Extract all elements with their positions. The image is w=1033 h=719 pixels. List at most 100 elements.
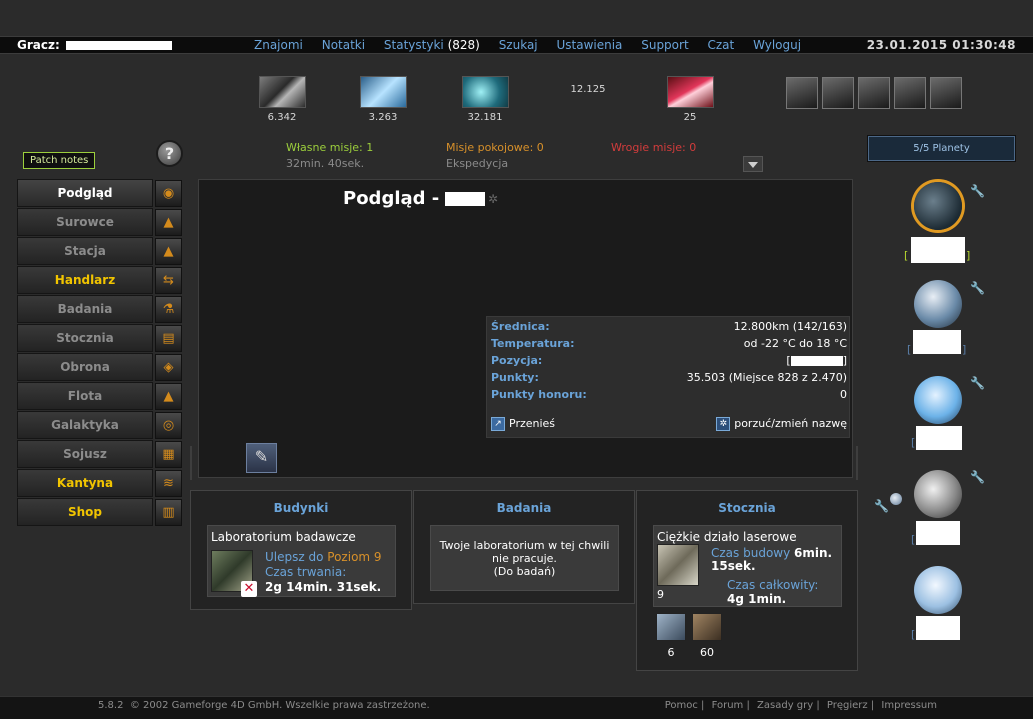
research-icon[interactable]: ⚗	[155, 296, 182, 323]
settings-gear-icon[interactable]: ✲	[488, 192, 498, 206]
station-icon[interactable]: ▲	[155, 238, 182, 265]
menu-logout[interactable]: Wyloguj	[753, 38, 801, 52]
position-value[interactable]: []	[786, 354, 847, 367]
planet-1-name[interactable]	[911, 237, 965, 263]
peace-missions[interactable]: Misje pokojowe: 0 Ekspedycja	[446, 141, 544, 170]
planet-name-redacted	[445, 192, 486, 206]
stat-count: (828)	[447, 38, 480, 52]
position-row: Pozycja:[]	[491, 354, 847, 367]
moon-icon[interactable]	[890, 493, 902, 505]
player-name-redacted	[65, 41, 172, 50]
heavy-laser-icon[interactable]	[657, 544, 699, 586]
top-bar: Gracz: Znajomi Notatki Statystyki (828) …	[0, 36, 1033, 54]
alliance-icon[interactable]: ▦	[155, 441, 182, 468]
hostile-missions[interactable]: Wrogie misje: 0	[611, 141, 696, 154]
cantina-icon[interactable]: ≋	[155, 470, 182, 497]
patch-notes-button[interactable]: Patch notes	[23, 152, 96, 169]
energy-value: 12.125	[570, 84, 606, 95]
copyright: © 2002 Gameforge 4D GmbH. Wszelkie prawa…	[129, 700, 430, 711]
sidebar-item-cantina[interactable]: Kantyna ≋	[17, 469, 183, 498]
resource-deuterium[interactable]: 32.181	[460, 76, 510, 123]
shipyard-icon[interactable]: ▤	[155, 325, 182, 352]
menu-notes[interactable]: Notatki	[322, 38, 365, 52]
abandon-rename-button[interactable]: ✲ porzuć/zmień nazwę	[716, 417, 847, 431]
resources-icon[interactable]: ▲	[155, 209, 182, 236]
resource-metal[interactable]: 6.342	[257, 76, 307, 123]
fleet-icon[interactable]: ▲	[155, 383, 182, 410]
officer-engineer-icon[interactable]	[858, 77, 890, 109]
temperature-row: Temperatura: od -22 °C do 18 °C	[491, 337, 847, 350]
sidebar-item-fleet[interactable]: Flota ▲	[17, 382, 183, 411]
shipyard-queue-item: Ciężkie działo laserowe 9 Czas budowy 6m…	[653, 525, 842, 607]
planet-2-name[interactable]	[913, 330, 961, 354]
footer-impressum-link[interactable]: Impressum	[881, 700, 937, 711]
menu-friends[interactable]: Znajomi	[254, 38, 303, 52]
galaxy-icon[interactable]: ◎	[155, 412, 182, 439]
resource-energy[interactable]: 12.125	[563, 80, 613, 95]
relocate-button[interactable]: ↗ Przenieś	[491, 417, 555, 431]
sidebar-item-trader[interactable]: Handlarz ⇆	[17, 266, 183, 295]
event-list-toggle-icon[interactable]	[743, 156, 763, 172]
planet-2-construction-icon: 🔧	[970, 281, 985, 295]
building-level: Poziom 9	[327, 550, 382, 564]
honor-row: Punkty honoru: 0	[491, 388, 847, 401]
points-value: 35.503 (Miejsce 828 z 2.470)	[686, 371, 847, 384]
sidebar-item-galaxy[interactable]: Galaktyka ◎	[17, 411, 183, 440]
resource-dark-matter[interactable]: 25	[665, 76, 715, 123]
footer-rules-link[interactable]: Zasady gry	[757, 700, 813, 711]
menu-settings[interactable]: Ustawienia	[556, 38, 622, 52]
footer-pillory-link[interactable]: Pręgierz	[827, 700, 868, 711]
menu-search[interactable]: Szukaj	[499, 38, 538, 52]
footer-help-link[interactable]: Pomoc	[665, 700, 698, 711]
metal-icon	[258, 76, 306, 108]
planet-5-name[interactable]	[916, 616, 960, 640]
shop-icon[interactable]: ▥	[155, 499, 182, 526]
left-menu: Podgląd ◉ Surowce ▲ Stacja ▲ Handlarz ⇆ Bada…	[17, 179, 183, 527]
cancel-icon[interactable]: ✕	[241, 581, 257, 597]
sidebar-item-shipyard[interactable]: Stocznia ▤	[17, 324, 183, 353]
sidebar-item-station[interactable]: Stacja ▲	[17, 237, 183, 266]
planet-2-icon[interactable]	[914, 280, 962, 328]
planet-5-icon[interactable]	[914, 566, 962, 614]
add-note-icon[interactable]: ✎	[246, 443, 277, 473]
queue-unit-2-icon[interactable]	[692, 613, 722, 641]
officer-admiral-icon[interactable]	[822, 77, 854, 109]
officer-technocrat-icon[interactable]	[930, 77, 962, 109]
menu-chat[interactable]: Czat	[707, 38, 734, 52]
planet-details: Średnica: 12.800km (142/163) Temperatura:…	[486, 316, 850, 438]
sidebar-item-research[interactable]: Badania ⚗	[17, 295, 183, 324]
trader-icon[interactable]: ⇆	[155, 267, 182, 294]
officer-geologist-icon[interactable]	[894, 77, 926, 109]
menu-support[interactable]: Support	[641, 38, 688, 52]
building-name[interactable]: Laboratorium badawcze	[211, 530, 356, 544]
moon-construction-icon: 🔧	[874, 499, 889, 513]
relocate-icon: ↗	[491, 417, 505, 431]
overview-panel: Podgląd - ✲ Średnica: 12.800km (142/163) …	[198, 179, 853, 478]
resource-crystal[interactable]: 3.263	[358, 76, 408, 123]
sidebar-item-defense[interactable]: Obrona ◈	[17, 353, 183, 382]
sidebar-item-overview[interactable]: Podgląd ◉	[17, 179, 183, 208]
hostile-missions-label: Wrogie misje: 0	[611, 141, 697, 154]
sidebar-item-alliance[interactable]: Sojusz ▦	[17, 440, 183, 469]
defense-icon[interactable]: ◈	[155, 354, 182, 381]
research-idle-message[interactable]: Twoje laboratorium w tej chwili nie prac…	[430, 525, 619, 591]
footer-forum-link[interactable]: Forum	[712, 700, 744, 711]
planet-1-icon[interactable]	[914, 182, 962, 230]
sidebar-item-shop[interactable]: Shop ▥	[17, 498, 183, 527]
overview-icon[interactable]: ◉	[155, 180, 182, 207]
building-duration: 2g 14min. 31sek.	[265, 580, 382, 594]
sidebar-item-resources[interactable]: Surowce ▲	[17, 208, 183, 237]
own-missions[interactable]: Własne misje: 1 32min. 40sek.	[286, 141, 373, 170]
planet-4-icon[interactable]	[914, 470, 962, 518]
officer-commander-icon[interactable]	[786, 77, 818, 109]
diameter-value: 12.800km (142/163)	[733, 320, 847, 333]
menu-statistics[interactable]: Statystyki (828)	[384, 38, 480, 52]
shipyard-item-name[interactable]: Ciężkie działo laserowe	[657, 530, 797, 544]
queue-unit-1-icon[interactable]	[656, 613, 686, 641]
planet-3-icon[interactable]	[914, 376, 962, 424]
help-icon[interactable]: ?	[156, 140, 183, 167]
buildings-panel: Budynki Laboratorium badawcze ✕ Ulepsz d…	[190, 490, 412, 610]
planet-4-name[interactable]	[916, 521, 960, 545]
planet-3-construction-icon: 🔧	[970, 376, 985, 390]
planet-3-name[interactable]	[916, 426, 962, 450]
